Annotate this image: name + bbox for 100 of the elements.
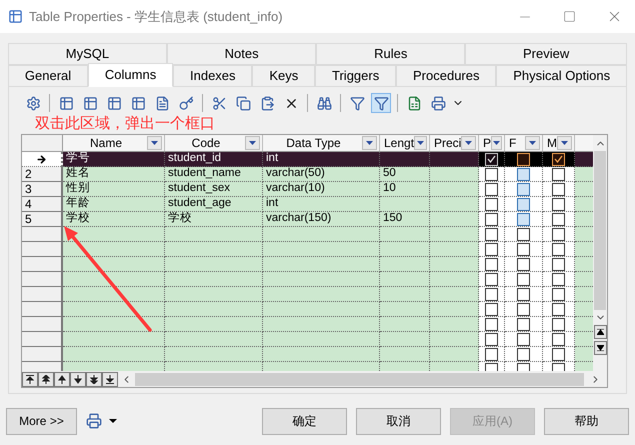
- row-header[interactable]: 4: [22, 197, 63, 212]
- table-row[interactable]: 4 年龄 student_age int: [22, 197, 593, 212]
- table-row[interactable]: [22, 242, 593, 257]
- scissors-icon[interactable]: [212, 96, 226, 110]
- checkbox[interactable]: [485, 258, 498, 270]
- checkbox[interactable]: [485, 288, 498, 300]
- checkbox[interactable]: [552, 228, 565, 240]
- checkbox[interactable]: [517, 242, 530, 256]
- checkbox[interactable]: [517, 332, 530, 346]
- checkbox[interactable]: [517, 258, 530, 270]
- dropdown-button[interactable]: [557, 136, 572, 150]
- table-row[interactable]: [22, 317, 593, 332]
- scroll-thumb[interactable]: [594, 151, 606, 310]
- horizontal-scrollbar[interactable]: [135, 372, 584, 386]
- checkbox[interactable]: [517, 318, 530, 330]
- checkbox[interactable]: [485, 198, 498, 210]
- checkbox[interactable]: [485, 348, 498, 360]
- navigation-button[interactable]: [86, 372, 102, 386]
- checkbox[interactable]: [552, 272, 565, 286]
- tab[interactable]: MySQL: [8, 43, 167, 65]
- dialog-button[interactable]: 确定: [262, 408, 347, 434]
- checkbox[interactable]: [552, 212, 565, 226]
- checkbox[interactable]: [552, 258, 565, 270]
- row-header[interactable]: [22, 152, 63, 167]
- dialog-button[interactable]: 取消: [356, 408, 441, 434]
- table-icon[interactable]: [130, 96, 146, 110]
- dropdown-button[interactable]: [414, 136, 427, 150]
- navigation-button[interactable]: [70, 372, 86, 386]
- tab[interactable]: Columns: [88, 63, 174, 87]
- column-header[interactable]: Lengt: [380, 135, 430, 151]
- binoculars-icon[interactable]: [316, 96, 332, 110]
- column-header[interactable]: M: [543, 135, 575, 151]
- checkbox[interactable]: [485, 228, 498, 240]
- dropdown-button[interactable]: [245, 136, 260, 150]
- dropdown-button[interactable]: [362, 136, 377, 150]
- table-row[interactable]: 5 学校 学校 varchar(150) 150: [22, 212, 593, 227]
- spreadsheet-icon[interactable]: [406, 96, 422, 110]
- navigation-button[interactable]: [22, 372, 38, 386]
- table-row[interactable]: 3 性别 student_sex varchar(10) 10: [22, 182, 593, 197]
- printer-icon[interactable]: [86, 413, 102, 429]
- dialog-button[interactable]: 帮助: [544, 408, 629, 434]
- tab[interactable]: Preview: [465, 43, 627, 65]
- tab[interactable]: Keys: [252, 65, 316, 87]
- navigation-button[interactable]: [54, 372, 70, 386]
- row-header[interactable]: 2: [22, 167, 63, 182]
- row-header[interactable]: 5: [22, 212, 63, 227]
- document-icon[interactable]: [154, 96, 170, 110]
- checkbox[interactable]: [552, 332, 565, 346]
- copy-icon[interactable]: [236, 96, 250, 110]
- column-header[interactable]: F: [505, 135, 543, 151]
- checkbox[interactable]: [552, 242, 565, 256]
- column-header[interactable]: Preci: [430, 135, 479, 151]
- printer-icon[interactable]: [430, 96, 446, 110]
- table-row[interactable]: 2 姓名 student_name varchar(50) 50: [22, 167, 593, 182]
- checkbox[interactable]: [485, 302, 498, 316]
- maximize-icon[interactable]: [563, 10, 576, 23]
- checkbox[interactable]: [485, 182, 498, 196]
- settings-icon[interactable]: [26, 96, 40, 110]
- dropdown-button[interactable]: [491, 136, 502, 150]
- dropdown-button[interactable]: [147, 136, 162, 150]
- navigation-button[interactable]: [102, 372, 118, 386]
- table-icon[interactable]: [106, 96, 122, 110]
- navigation-button[interactable]: [38, 372, 54, 386]
- tab[interactable]: Indexes: [173, 65, 252, 87]
- tab[interactable]: Rules: [316, 43, 466, 65]
- row-header[interactable]: 3: [22, 182, 63, 197]
- table-row[interactable]: [22, 287, 593, 302]
- paste-icon[interactable]: [260, 96, 274, 110]
- key-icon[interactable]: [178, 96, 194, 110]
- table-row[interactable]: 学号 student_id int: [22, 152, 593, 167]
- checkbox[interactable]: [552, 198, 565, 210]
- checkbox[interactable]: [485, 332, 498, 346]
- checkbox[interactable]: [552, 168, 565, 180]
- column-header[interactable]: Code: [165, 135, 263, 151]
- checkbox[interactable]: [552, 182, 565, 196]
- filter-icon[interactable]: [350, 96, 364, 110]
- checkbox[interactable]: [552, 318, 565, 330]
- table-row[interactable]: [22, 257, 593, 272]
- table-icon[interactable]: [58, 96, 74, 110]
- more-button[interactable]: More >>: [6, 408, 77, 434]
- checkbox[interactable]: [517, 302, 530, 316]
- table-row[interactable]: [22, 302, 593, 317]
- tab[interactable]: Physical Options: [496, 65, 627, 87]
- checkbox[interactable]: [485, 318, 498, 330]
- checkbox[interactable]: [552, 288, 565, 300]
- column-header[interactable]: Data Type: [263, 135, 380, 151]
- checkbox[interactable]: [485, 168, 498, 180]
- column-header[interactable]: Name: [63, 135, 165, 151]
- checkbox[interactable]: [552, 348, 565, 360]
- tab[interactable]: General: [8, 65, 88, 87]
- checkbox[interactable]: [517, 348, 530, 360]
- scroll-top-button[interactable]: [594, 325, 606, 339]
- table-row[interactable]: [22, 227, 593, 242]
- checkbox[interactable]: [517, 288, 530, 300]
- caret-icon[interactable]: [109, 419, 117, 423]
- dropdown-button[interactable]: [525, 136, 540, 150]
- checkbox[interactable]: [485, 272, 498, 286]
- checkbox[interactable]: [517, 228, 530, 240]
- table-row[interactable]: [22, 272, 593, 287]
- table-row[interactable]: [22, 347, 593, 362]
